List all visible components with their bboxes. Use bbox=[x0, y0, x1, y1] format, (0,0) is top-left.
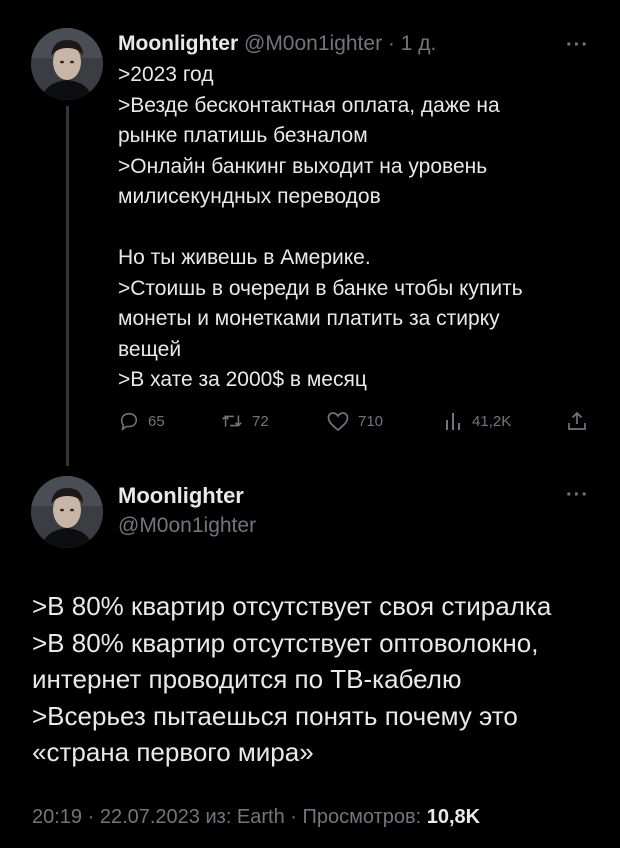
text-line: >В хате за 2000$ в месяц bbox=[118, 368, 367, 391]
text-line: >Стоишь в очереди в банке чтобы купить bbox=[118, 276, 523, 300]
views-button[interactable]: 41,2K bbox=[444, 410, 511, 432]
repost-icon bbox=[222, 415, 242, 427]
text-line: >Везде бесконтактная оплата, даже на bbox=[118, 93, 500, 117]
author-handle[interactable]: @M0on1ighter bbox=[244, 32, 382, 55]
text-line: вещей bbox=[118, 337, 182, 361]
more-options-button[interactable]: ··· bbox=[566, 484, 589, 507]
share-button[interactable] bbox=[566, 410, 588, 432]
tweet1-header: Moonlighter @M0on1ighter · 1 д. bbox=[118, 32, 436, 56]
reply-count: 65 bbox=[148, 412, 165, 430]
text-line: «страна первого мира» bbox=[32, 737, 314, 767]
text-line: монеты и монетками платить за стирку bbox=[118, 307, 500, 330]
text-line: >Всерьез пытаешься понять почему это bbox=[32, 700, 518, 731]
like-icon bbox=[327, 412, 349, 432]
author-name[interactable]: Moonlighter bbox=[118, 483, 244, 509]
header-separator: · bbox=[387, 32, 395, 55]
tweet1-actions: 65 72 710 41,2K bbox=[0, 410, 620, 440]
text-line: >Онлайн банкинг выходит на уровень bbox=[118, 154, 488, 178]
avatar[interactable] bbox=[31, 28, 103, 100]
repost-button[interactable]: 72 bbox=[220, 410, 269, 432]
author-handle[interactable]: @M0on1ighter bbox=[118, 514, 256, 538]
tweet1-text: >2023 год >Везде бесконтактная оплата, да… bbox=[118, 60, 588, 396]
text-line: интернет проводится по ТВ-кабелю bbox=[32, 664, 462, 694]
tweet-footer: 20:19 · 22.07.2023 из: Earth · Просмотро… bbox=[32, 806, 480, 829]
text-line: Но ты живешь в Америке. bbox=[118, 246, 371, 269]
views-count: 41,2K bbox=[472, 412, 512, 430]
like-button[interactable]: 710 bbox=[326, 410, 383, 432]
text-line: >В 80% квартир отсутствует своя стиралка bbox=[32, 591, 552, 621]
repost-count: 72 bbox=[252, 412, 269, 430]
tweet-views-count: 10,8K bbox=[426, 806, 481, 828]
avatar-portrait bbox=[31, 476, 103, 548]
avatar[interactable] bbox=[31, 476, 103, 548]
author-name[interactable]: Moonlighter bbox=[118, 32, 238, 55]
reply-button[interactable]: 65 bbox=[118, 410, 165, 432]
avatar-portrait bbox=[31, 28, 103, 100]
more-options-button[interactable]: ··· bbox=[566, 34, 589, 57]
reply-icon bbox=[120, 412, 138, 432]
text-line: >2023 год bbox=[118, 63, 214, 86]
text-line: рынке платишь безналом bbox=[118, 124, 368, 147]
like-count: 710 bbox=[358, 412, 384, 430]
text-line: милисекундных переводов bbox=[118, 185, 381, 208]
tweet2-text: >В 80% квартир отсутствует своя стиралка… bbox=[32, 588, 602, 771]
share-icon bbox=[568, 411, 586, 430]
tweet-time[interactable]: 1 д. bbox=[401, 32, 437, 55]
text-line: >В 80% квартир отсутствует оптоволокно, bbox=[32, 627, 539, 658]
views-icon bbox=[446, 413, 460, 430]
tweet-meta[interactable]: 20:19 · 22.07.2023 из: Earth · Просмотро… bbox=[32, 806, 427, 828]
